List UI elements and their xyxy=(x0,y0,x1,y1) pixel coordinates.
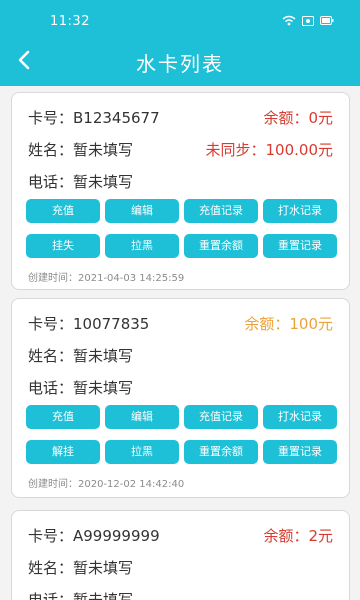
holder-name: 姓名：暂未填写 xyxy=(28,347,134,365)
balance: 余额：2元 xyxy=(263,527,333,545)
name-row: 姓名：暂未填写 xyxy=(28,557,333,579)
phone-row: 电话：暂未填写 xyxy=(28,171,333,193)
reset-records-button[interactable]: 重置记录 xyxy=(263,440,337,464)
action-buttons-row: 挂失 拉黑 重置余额 重置记录 xyxy=(26,234,337,258)
blacklist-button[interactable]: 拉黑 xyxy=(105,234,179,258)
holder-name: 姓名：暂未填写 xyxy=(28,559,134,577)
water-records-button[interactable]: 打水记录 xyxy=(263,405,337,429)
card-number-row: 卡号：B12345677 余额：0元 xyxy=(28,107,333,129)
water-records-button[interactable]: 打水记录 xyxy=(263,199,337,223)
phone-row: 电话：暂未填写 xyxy=(28,589,333,600)
report-lost-button[interactable]: 挂失 xyxy=(26,234,100,258)
created-time: 创建时间：2021-04-03 14:25:59 xyxy=(28,273,185,284)
page-title: 水卡列表 xyxy=(136,52,224,76)
reset-balance-button[interactable]: 重置余额 xyxy=(184,440,258,464)
created-time: 创建时间：2020-12-02 14:42:40 xyxy=(28,479,185,490)
phone: 电话：暂未填写 xyxy=(28,173,134,191)
status-time: 11:32 xyxy=(50,14,90,29)
sim-icon xyxy=(302,15,314,26)
water-card: 卡号：B12345677 余额：0元 姓名：暂未填写 未同步：100.00元 电… xyxy=(11,92,350,290)
name-row: 姓名：暂未填写 未同步：100.00元 xyxy=(28,139,333,161)
phone-row: 电话：暂未填写 xyxy=(28,377,333,399)
status-bar: 11:32 xyxy=(0,0,360,40)
action-buttons-row: 充值 编辑 充值记录 打水记录 xyxy=(26,405,337,429)
name-row: 姓名：暂未填写 xyxy=(28,345,333,367)
reset-balance-button[interactable]: 重置余额 xyxy=(184,234,258,258)
card-number: 卡号：A99999999 xyxy=(28,527,160,545)
card-number-row: 卡号：10077835 余额：100元 xyxy=(28,313,333,335)
recharge-button[interactable]: 充值 xyxy=(26,405,100,429)
phone: 电话：暂未填写 xyxy=(28,591,134,600)
card-number-row: 卡号：A99999999 余额：2元 xyxy=(28,525,333,547)
water-card: 卡号：A99999999 余额：2元 姓名：暂未填写 电话：暂未填写 xyxy=(11,510,350,600)
recharge-button[interactable]: 充值 xyxy=(26,199,100,223)
app-header: 11:32 水卡列表 xyxy=(0,0,360,86)
unsynced-amount: 未同步：100.00元 xyxy=(205,141,334,159)
recharge-records-button[interactable]: 充值记录 xyxy=(184,405,258,429)
wifi-icon xyxy=(282,15,296,26)
card-number: 卡号：10077835 xyxy=(28,315,150,333)
title-bar: 水卡列表 xyxy=(0,40,360,84)
balance: 余额：0元 xyxy=(263,109,333,127)
recharge-records-button[interactable]: 充值记录 xyxy=(184,199,258,223)
card-number: 卡号：B12345677 xyxy=(28,109,160,127)
water-card: 卡号：10077835 余额：100元 姓名：暂未填写 电话：暂未填写 充值 编… xyxy=(11,298,350,498)
balance: 余额：100元 xyxy=(244,315,333,333)
edit-button[interactable]: 编辑 xyxy=(105,199,179,223)
blacklist-button[interactable]: 拉黑 xyxy=(105,440,179,464)
action-buttons-row: 充值 编辑 充值记录 打水记录 xyxy=(26,199,337,223)
edit-button[interactable]: 编辑 xyxy=(105,405,179,429)
reset-records-button[interactable]: 重置记录 xyxy=(263,234,337,258)
phone: 电话：暂未填写 xyxy=(28,379,134,397)
unfreeze-button[interactable]: 解挂 xyxy=(26,440,100,464)
battery-icon xyxy=(320,16,334,25)
status-icons xyxy=(282,15,334,26)
holder-name: 姓名：暂未填写 xyxy=(28,141,134,159)
action-buttons-row: 解挂 拉黑 重置余额 重置记录 xyxy=(26,440,337,464)
